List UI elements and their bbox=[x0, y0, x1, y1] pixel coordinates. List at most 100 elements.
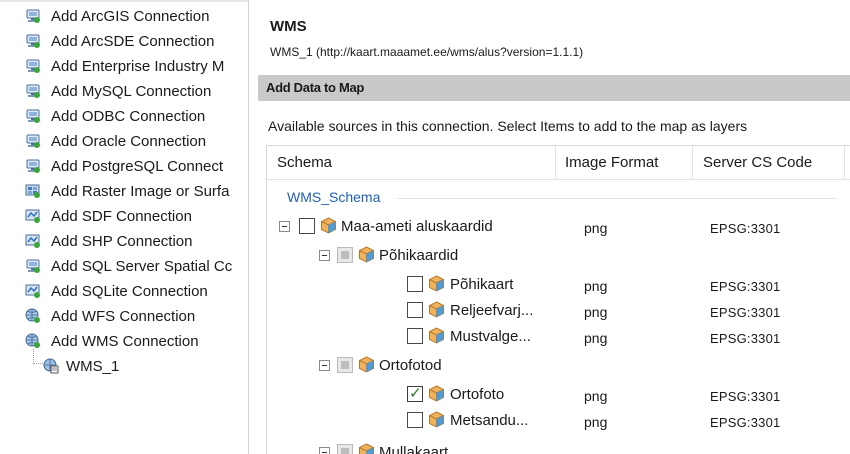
column-header-schema[interactable]: Schema bbox=[277, 154, 332, 171]
connection-label: Add SDF Connection bbox=[51, 208, 192, 225]
layer-name: Põhikaardid bbox=[379, 247, 459, 264]
server-connection-icon bbox=[25, 33, 41, 49]
add-arcsde-connection[interactable]: Add ArcSDE Connection bbox=[0, 29, 249, 54]
collapse-toggle[interactable] bbox=[319, 250, 330, 261]
table-row[interactable]: Mullakaart bbox=[267, 439, 850, 454]
table-row[interactable]: Mustvalge... png EPSG:3301 bbox=[267, 323, 850, 348]
table-row[interactable]: Põhikaart png EPSG:3301 bbox=[267, 271, 850, 296]
server-connection-icon bbox=[25, 133, 41, 149]
schema-group-label: WMS_Schema bbox=[287, 189, 381, 205]
add-wms-connection[interactable]: Add WMS Connection bbox=[0, 329, 249, 354]
collapse-toggle[interactable] bbox=[319, 360, 330, 371]
add-enterprise-industry-connection[interactable]: Add Enterprise Industry M bbox=[0, 54, 249, 79]
file-connection-icon bbox=[25, 233, 41, 249]
schema-group-rule bbox=[397, 198, 837, 199]
image-format: png bbox=[584, 278, 608, 294]
add-postgresql-connection[interactable]: Add PostgreSQL Connect bbox=[0, 154, 249, 179]
layer-group-icon bbox=[358, 356, 375, 373]
connection-detail-panel: WMS WMS_1 (http://kaart.maaamet.ee/wms/a… bbox=[249, 0, 850, 454]
column-separator[interactable] bbox=[555, 146, 556, 180]
connection-label: Add Raster Image or Surfa bbox=[51, 183, 230, 200]
layer-checkbox[interactable] bbox=[407, 302, 423, 318]
column-header-server-cs-code[interactable]: Server CS Code bbox=[703, 154, 812, 171]
layer-name: Metsandu... bbox=[450, 412, 529, 429]
server-cs-code: EPSG:3301 bbox=[710, 221, 781, 236]
connection-url: WMS_1 (http://kaart.maaamet.ee/wms/alus?… bbox=[270, 45, 584, 59]
add-wfs-connection[interactable]: Add WFS Connection bbox=[0, 304, 249, 329]
server-connection-icon bbox=[25, 83, 41, 99]
connection-tree-panel: Add ArcGIS Connection Add ArcSDE Connect… bbox=[0, 0, 249, 454]
layer-icon bbox=[428, 327, 445, 344]
table-row[interactable]: Maa-ameti aluskaardid png EPSG:3301 bbox=[267, 213, 850, 238]
add-raster-image-connection[interactable]: Add Raster Image or Surfa bbox=[0, 179, 249, 204]
connection-label: Add ODBC Connection bbox=[51, 108, 206, 125]
column-header-image-format[interactable]: Image Format bbox=[565, 154, 658, 171]
layer-name: Põhikaart bbox=[450, 276, 514, 293]
table-row[interactable]: ✓ Ortofoto png EPSG:3301 bbox=[267, 381, 850, 406]
server-connection-icon bbox=[25, 158, 41, 174]
add-oracle-connection[interactable]: Add Oracle Connection bbox=[0, 129, 249, 154]
layer-group-icon bbox=[358, 246, 375, 263]
connection-label: Add Oracle Connection bbox=[51, 133, 207, 150]
collapse-toggle[interactable] bbox=[279, 221, 290, 232]
layer-icon bbox=[428, 301, 445, 318]
server-cs-code: EPSG:3301 bbox=[710, 279, 781, 294]
wms-1-connection-node[interactable]: WMS_1 bbox=[0, 354, 249, 379]
add-arcgis-connection[interactable]: Add ArcGIS Connection bbox=[0, 4, 249, 29]
table-row[interactable]: Metsandu... png EPSG:3301 bbox=[267, 407, 850, 432]
check-mark-icon: ✓ bbox=[409, 385, 422, 402]
server-connection-icon bbox=[25, 8, 41, 24]
layer-grid: Schema Image Format Server CS Code WMS_S… bbox=[266, 145, 850, 454]
layer-checkbox[interactable] bbox=[407, 276, 423, 292]
connection-label: Add PostgreSQL Connect bbox=[51, 158, 224, 175]
layer-group-icon bbox=[320, 217, 337, 234]
layer-icon bbox=[428, 385, 445, 402]
layer-icon bbox=[428, 411, 445, 428]
add-odbc-connection[interactable]: Add ODBC Connection bbox=[0, 104, 249, 129]
layer-group-icon bbox=[358, 443, 375, 454]
collapse-toggle[interactable] bbox=[319, 447, 330, 454]
layer-name: Maa-ameti aluskaardid bbox=[341, 218, 493, 235]
file-connection-icon bbox=[25, 283, 41, 299]
connection-label: Add ArcGIS Connection bbox=[51, 8, 210, 25]
add-sdf-connection[interactable]: Add SDF Connection bbox=[0, 204, 249, 229]
add-mysql-connection[interactable]: Add MySQL Connection bbox=[0, 79, 249, 104]
connection-label: Add ArcSDE Connection bbox=[51, 33, 215, 50]
layer-checkbox[interactable] bbox=[337, 247, 353, 263]
connection-label: Add SQL Server Spatial Cc bbox=[51, 258, 233, 275]
image-format: png bbox=[584, 388, 608, 404]
layer-checkbox[interactable] bbox=[337, 357, 353, 373]
column-separator[interactable] bbox=[692, 146, 693, 180]
page-title: WMS bbox=[270, 18, 307, 35]
layer-checkbox[interactable] bbox=[407, 412, 423, 428]
image-format: png bbox=[584, 220, 608, 236]
connection-label: Add Enterprise Industry M bbox=[51, 58, 225, 75]
column-separator[interactable] bbox=[844, 146, 845, 180]
connection-label: Add SQLite Connection bbox=[51, 283, 208, 300]
server-cs-code: EPSG:3301 bbox=[710, 415, 781, 430]
layer-checkbox[interactable] bbox=[299, 218, 315, 234]
layer-name: Mustvalge... bbox=[450, 328, 531, 345]
layer-checkbox[interactable] bbox=[407, 328, 423, 344]
layer-checkbox[interactable]: ✓ bbox=[407, 386, 423, 402]
add-shp-connection[interactable]: Add SHP Connection bbox=[0, 229, 249, 254]
raster-connection-icon bbox=[25, 183, 41, 199]
table-row[interactable]: Reljeefvarj... png EPSG:3301 bbox=[267, 297, 850, 322]
layer-icon bbox=[428, 275, 445, 292]
panel-top-border bbox=[0, 0, 249, 2]
connection-label: Add WFS Connection bbox=[51, 308, 196, 325]
server-cs-code: EPSG:3301 bbox=[710, 389, 781, 404]
add-sql-server-spatial-connection[interactable]: Add SQL Server Spatial Cc bbox=[0, 254, 249, 279]
file-connection-icon bbox=[25, 208, 41, 224]
table-row[interactable]: Põhikaardid bbox=[267, 242, 850, 267]
section-title: Add Data to Map bbox=[266, 80, 365, 95]
web-connection-icon bbox=[25, 333, 41, 349]
layer-checkbox[interactable] bbox=[337, 444, 353, 454]
add-sqlite-connection[interactable]: Add SQLite Connection bbox=[0, 279, 249, 304]
image-format: png bbox=[584, 304, 608, 320]
connection-label: WMS_1 bbox=[66, 358, 120, 375]
layer-name: Mullakaart bbox=[379, 444, 449, 454]
table-row[interactable]: Ortofotod bbox=[267, 352, 850, 377]
connection-label: Add MySQL Connection bbox=[51, 83, 212, 100]
server-connection-icon bbox=[25, 58, 41, 74]
